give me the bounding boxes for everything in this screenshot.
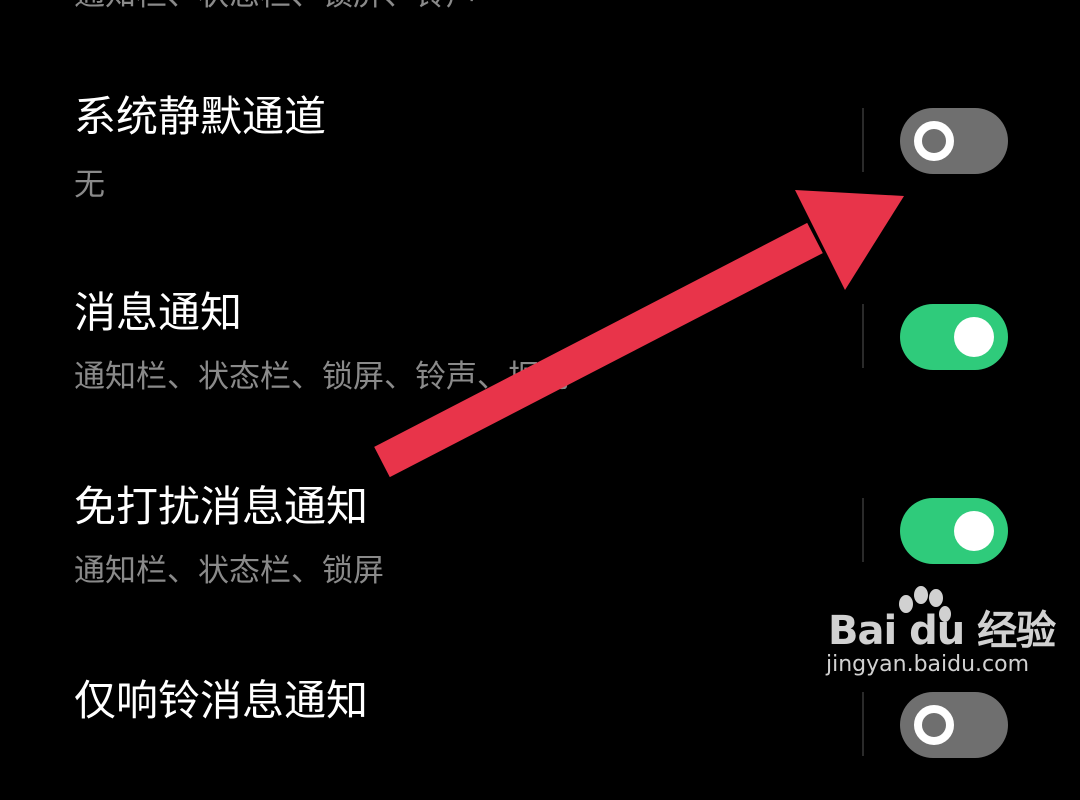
baidu-watermark-logo: Bai du 经验 (828, 608, 1056, 654)
baidu-watermark-url: jingyan.baidu.com (826, 652, 1030, 677)
toggle-knob (914, 705, 954, 745)
arrow-shaft (374, 222, 823, 478)
